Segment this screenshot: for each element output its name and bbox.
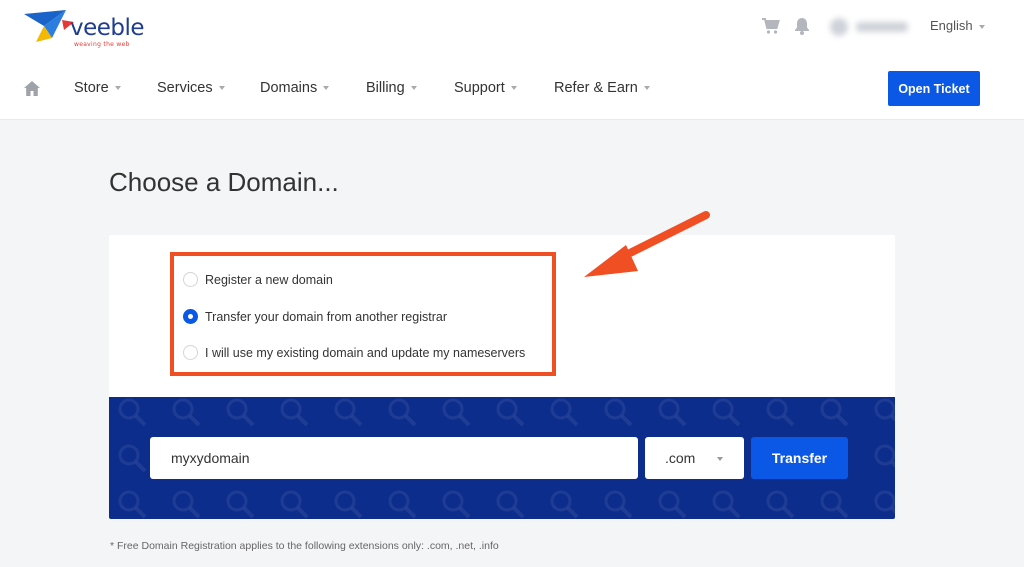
main-nav: Store Services Domains Billing Support R… bbox=[0, 56, 1024, 120]
chevron-down-icon bbox=[717, 457, 723, 461]
footnote: * Free Domain Registration applies to th… bbox=[110, 540, 499, 552]
language-selector[interactable]: English bbox=[930, 18, 985, 33]
cart-icon[interactable] bbox=[761, 16, 781, 36]
bell-icon[interactable] bbox=[792, 16, 812, 36]
language-label: English bbox=[930, 18, 973, 33]
domain-search-band: .com Transfer bbox=[109, 397, 895, 519]
chevron-down-icon bbox=[410, 86, 417, 91]
annotation-highlight-box bbox=[170, 252, 556, 376]
user-menu[interactable] bbox=[830, 16, 910, 38]
nav-store[interactable]: Store bbox=[74, 80, 121, 96]
domain-input[interactable] bbox=[150, 437, 638, 479]
nav-refer-earn-label: Refer & Earn bbox=[554, 80, 638, 96]
brand-logo[interactable]: veeble weaving the web bbox=[24, 8, 145, 48]
chevron-down-icon bbox=[218, 86, 225, 91]
nav-services[interactable]: Services bbox=[157, 80, 225, 96]
open-ticket-button[interactable]: Open Ticket bbox=[888, 71, 980, 106]
nav-support[interactable]: Support bbox=[454, 80, 517, 96]
chevron-down-icon bbox=[323, 86, 330, 91]
chevron-down-icon bbox=[643, 86, 650, 91]
nav-support-label: Support bbox=[454, 80, 505, 96]
tld-select[interactable]: .com bbox=[645, 437, 744, 479]
chevron-down-icon bbox=[510, 86, 517, 91]
nav-services-label: Services bbox=[157, 80, 213, 96]
chevron-down-icon bbox=[978, 24, 985, 29]
brand-tagline: weaving the web bbox=[74, 41, 130, 48]
tld-value: .com bbox=[665, 450, 696, 466]
annotation-arrow-icon bbox=[584, 211, 710, 277]
nav-refer-earn[interactable]: Refer & Earn bbox=[554, 80, 650, 96]
page-title: Choose a Domain... bbox=[109, 167, 339, 197]
chevron-down-icon bbox=[114, 86, 121, 91]
nav-domains[interactable]: Domains bbox=[260, 80, 330, 96]
nav-domains-label: Domains bbox=[260, 80, 318, 96]
nav-billing-label: Billing bbox=[366, 80, 405, 96]
nav-store-label: Store bbox=[74, 80, 109, 96]
nav-billing[interactable]: Billing bbox=[366, 80, 417, 96]
user-name-blurred bbox=[856, 22, 908, 32]
avatar bbox=[830, 18, 848, 36]
brand-name: veeble bbox=[70, 15, 145, 41]
top-header: veeble weaving the web English bbox=[0, 0, 1024, 56]
home-icon[interactable] bbox=[23, 80, 41, 97]
transfer-button[interactable]: Transfer bbox=[751, 437, 848, 479]
